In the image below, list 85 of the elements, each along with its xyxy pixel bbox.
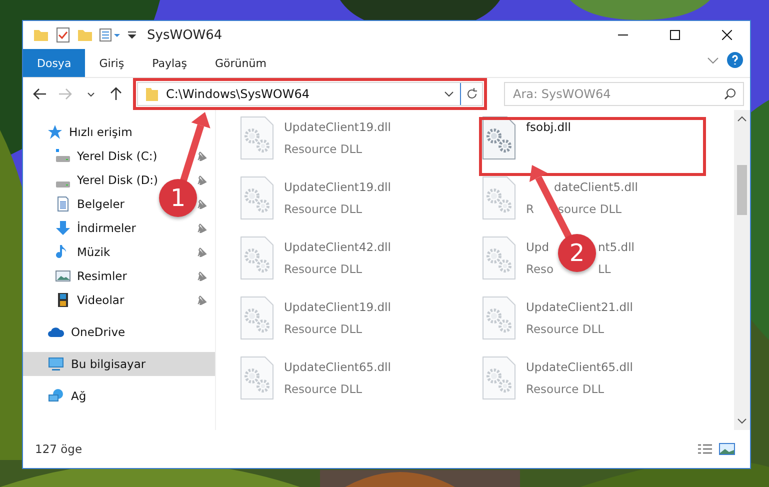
checklist-icon [55, 27, 71, 43]
list-icon [697, 444, 713, 454]
folder-icon [33, 27, 49, 43]
file-type: Resource DLL [526, 322, 604, 336]
scrollbar[interactable] [734, 110, 750, 430]
file-name: UpdateClient19.dll [284, 120, 391, 134]
address-bar[interactable]: C:\Windows\SysWOW64 [137, 82, 483, 106]
file-name: UpdateClient42.dll [284, 240, 391, 254]
close-icon [722, 30, 732, 40]
download-arrow-icon [55, 220, 71, 236]
chevron-down-icon [737, 418, 747, 424]
monitor-icon [47, 356, 65, 372]
up-arrow-icon [110, 87, 122, 101]
picture-icon [55, 268, 71, 284]
sidebar-item[interactable]: Belgeler [55, 196, 125, 212]
ribbon-tab[interactable]: Paylaş [138, 49, 201, 77]
item-count: 127 öge [35, 442, 84, 456]
file-name: Upd [526, 240, 550, 254]
document-icon [55, 196, 71, 212]
sidebar-item[interactable]: Bu bilgisayar [47, 356, 146, 372]
sidebar-item[interactable]: Ağ [47, 388, 86, 404]
file-type: Resource DLL [284, 202, 362, 216]
file-name: dateClient5.dll [554, 180, 638, 194]
sidebar-item[interactable]: Resimler [55, 268, 127, 284]
ribbon-tab[interactable]: Görünüm [201, 49, 280, 77]
network-icon [47, 388, 65, 404]
gear-file-icon [482, 296, 516, 340]
sidebar-item[interactable]: Yerel Disk (C:) [55, 148, 158, 164]
gear-file-icon [482, 116, 516, 160]
address-path: C:\Windows\SysWOW64 [166, 87, 310, 101]
sidebar-item[interactable]: İndirmeler [55, 220, 136, 236]
maximize-icon [670, 30, 680, 40]
file-type: R [526, 202, 534, 216]
file-name: UpdateClient19.dll [284, 180, 391, 194]
file-name: nt5.dll [598, 240, 634, 254]
file-name: UpdateClient65.dll [284, 360, 391, 374]
file-name: UpdateClient21.dll [526, 300, 633, 314]
file-type: Resource DLL [284, 382, 362, 396]
window-title: SysWOW64 [147, 28, 224, 42]
file-name: fsobj.dll [526, 120, 571, 134]
chevron-up-icon [737, 116, 747, 122]
gear-file-icon [240, 356, 274, 400]
sidebar-item[interactable]: Müzik [55, 244, 110, 260]
file-type: Reso [526, 262, 554, 276]
ribbon-tab[interactable]: Dosya [23, 49, 86, 77]
sidebar-item[interactable]: OneDrive [47, 324, 126, 340]
sidebar-item[interactable]: Videolar [55, 292, 124, 308]
chevron-down-icon [444, 91, 454, 97]
search-icon [724, 88, 736, 100]
file-name: UpdateClient19.dll [284, 300, 391, 314]
sidebar-item[interactable]: Yerel Disk (D:) [55, 172, 158, 188]
refresh-icon [466, 88, 478, 100]
gear-file-icon [240, 236, 274, 280]
chevron-down-icon [86, 92, 95, 96]
file-name: UpdateClient65.dll [526, 360, 633, 374]
star-icon [47, 124, 63, 140]
file-type: Resource DLL [284, 142, 362, 156]
forward-arrow-icon [58, 88, 72, 100]
ribbon-tab[interactable]: Giriş [85, 49, 138, 77]
properties-icon [99, 27, 121, 43]
picture-icon [719, 443, 735, 455]
chevron-down-icon [707, 56, 719, 64]
gear-file-icon [240, 296, 274, 340]
scrollbar-thumb[interactable] [737, 165, 747, 215]
file-type: source DLL [558, 202, 622, 216]
gear-file-icon [482, 176, 516, 220]
gear-file-icon [240, 176, 274, 220]
folder-icon [77, 27, 93, 43]
file-type: LL [598, 262, 611, 276]
back-arrow-icon [32, 88, 47, 100]
gear-file-icon [240, 116, 274, 160]
drive-icon [55, 148, 71, 164]
help-icon [727, 52, 743, 68]
film-strip-icon [55, 292, 71, 308]
file-type: Resource DLL [526, 382, 604, 396]
file-type: Resource DLL [284, 322, 362, 336]
gear-file-icon [482, 236, 516, 280]
gear-file-icon [482, 356, 516, 400]
file-type: Resource DLL [284, 262, 362, 276]
help-button[interactable] [724, 49, 746, 71]
sidebar-item[interactable]: Hızlı erişim [47, 124, 132, 140]
minimize-icon [618, 34, 628, 36]
drive-icon [55, 181, 71, 188]
search-field[interactable]: Ara: SysWOW64 [504, 82, 744, 106]
folder-icon [144, 86, 160, 102]
